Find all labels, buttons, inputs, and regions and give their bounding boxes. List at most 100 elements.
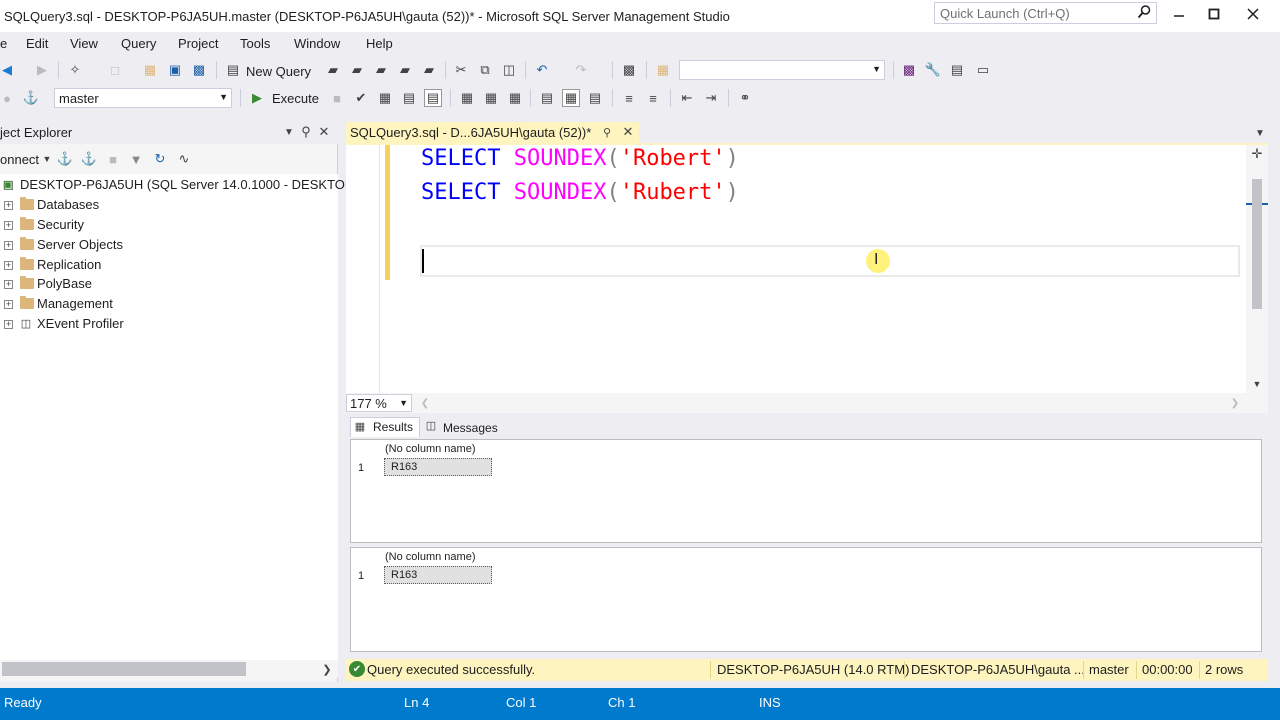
results-to-file-icon[interactable]: ▤ [586,89,604,107]
cut-icon[interactable]: ✂ [452,61,470,79]
new-query-icon[interactable]: ▤ [224,61,242,79]
expand-icon[interactable]: + [4,201,13,210]
stop-icon[interactable]: ■ [104,150,122,168]
quick-launch-input[interactable]: Quick Launch (Ctrl+Q) [934,2,1157,24]
add-item-icon[interactable]: □ [106,61,124,79]
solution-explorer-icon[interactable]: ▩ [900,61,918,79]
minimize-button[interactable] [1164,4,1194,24]
expand-icon[interactable]: + [4,221,13,230]
uncomment-icon[interactable]: ≡ [644,89,662,107]
decrease-indent-icon[interactable]: ⇤ [678,89,696,107]
expand-icon[interactable]: + [4,320,13,329]
mdx-query-icon[interactable]: ▰ [348,61,366,79]
menu-query[interactable]: Query [121,36,156,51]
change-connection-icon[interactable]: ⚓ [22,89,40,107]
new-project-icon[interactable]: ✧ [66,61,84,79]
open-folder-icon[interactable]: ▦ [141,61,159,79]
connect-icon[interactable]: ● [0,89,16,107]
results-grid-toggle-icon[interactable]: ▦ [562,89,580,107]
client-stats-icon[interactable]: ▦ [506,89,524,107]
toolbox-icon[interactable]: ▤ [948,61,966,79]
save-icon[interactable]: ▣ [166,61,184,79]
close-panel-icon[interactable]: ✕ [315,123,333,141]
close-window-button[interactable] [1238,4,1268,24]
expand-icon[interactable]: + [4,300,13,309]
execute-icon[interactable]: ▶ [248,89,266,107]
paste-icon[interactable]: ◫ [500,61,518,79]
pin-icon[interactable]: ⚲ [598,123,616,141]
database-select[interactable]: master ▼ [54,88,232,108]
editor-vertical-scrollbar[interactable]: ✛ ▼ [1246,145,1268,393]
tab-messages[interactable]: ◫ Messages [422,417,506,437]
result-grid-2[interactable]: (No column name) 1 R163 [350,547,1262,652]
scrollbar-thumb[interactable] [1252,179,1262,309]
find-in-files-icon[interactable]: ▦ [654,61,672,79]
properties-icon[interactable]: 🔧 [924,61,942,79]
increase-indent-icon[interactable]: ⇥ [702,89,720,107]
menu-tools[interactable]: Tools [240,36,270,51]
expand-icon[interactable]: + [4,280,13,289]
dax-query-icon[interactable]: ▰ [420,61,438,79]
results-to-text-icon[interactable]: ▤ [538,89,556,107]
split-icon[interactable]: ✛ [1248,145,1266,163]
scroll-left-icon[interactable]: ❮ [416,394,434,412]
database-engine-query-icon[interactable]: ▰ [324,61,342,79]
cancel-query-icon[interactable]: ■ [328,89,346,107]
copy-icon[interactable]: ⧉ [476,61,494,79]
back-icon[interactable]: ◀ [0,61,16,79]
options-icon[interactable]: ▭ [974,61,992,79]
menu-view[interactable]: View [70,36,98,51]
scrollbar-thumb[interactable] [2,662,246,676]
scroll-down-icon[interactable]: ▼ [1248,375,1266,393]
scroll-right-icon[interactable]: ❯ [1226,394,1244,412]
menu-project[interactable]: Project [178,36,218,51]
menu-edit[interactable]: Edit [26,36,48,51]
specify-values-icon[interactable]: ⚭ [736,89,754,107]
query-designer-icon[interactable]: ▤ [400,89,418,107]
result-grid-1[interactable]: (No column name) 1 R163 [350,439,1262,543]
activity-icon[interactable]: ∿ [175,150,193,168]
save-all-icon[interactable]: ▩ [190,61,208,79]
undo-icon[interactable]: ↶ [533,61,551,79]
forward-icon[interactable]: ▶ [33,61,51,79]
new-query-button[interactable]: New Query [246,64,311,79]
chevron-down-icon[interactable]: ▼ [38,150,56,168]
code-line-2[interactable]: SELECT SOUNDEX('Rubert') [421,180,739,205]
menu-file[interactable]: e [0,36,7,51]
result-cell[interactable]: R163 [384,458,492,476]
estimated-plan-icon[interactable]: ▦ [376,89,394,107]
dropdown-arrow-icon[interactable]: ▼ [280,123,298,141]
results-to-grid-icon[interactable]: ▤ [424,89,442,107]
live-stats-icon[interactable]: ▦ [482,89,500,107]
tab-results[interactable]: ▦ Results [350,417,420,437]
connect-button[interactable]: onnect [0,152,39,167]
activity-monitor-icon[interactable]: ▩ [620,61,638,79]
query-editor[interactable]: SELECT SOUNDEX('Robert') SELECT SOUNDEX(… [346,145,1268,393]
execute-button[interactable]: Execute [272,91,319,106]
parse-checkmark-icon[interactable]: ✔ [352,89,370,107]
find-combo[interactable]: ▼ [679,60,885,80]
disconnect-icon[interactable]: ⚓ [80,150,98,168]
include-plan-icon[interactable]: ▦ [458,89,476,107]
pin-icon[interactable]: ⚲ [297,123,315,141]
comment-out-icon[interactable]: ≡ [620,89,638,107]
redo-icon[interactable]: ↷ [572,61,590,79]
document-tab[interactable]: SQLQuery3.sql - D...6JA5UH\gauta (52))* … [346,122,639,143]
dmx-query-icon[interactable]: ▰ [372,61,390,79]
horizontal-scrollbar[interactable]: ❯ [0,660,338,678]
close-tab-icon[interactable]: ✕ [619,123,637,141]
connect-plug-icon[interactable]: ⚓ [56,150,74,168]
menu-window[interactable]: Window [294,36,340,51]
code-line-1[interactable]: SELECT SOUNDEX('Robert') [421,146,739,171]
tab-list-dropdown-icon[interactable]: ▼ [1251,124,1269,142]
expand-icon[interactable]: + [4,261,13,270]
maximize-button[interactable] [1199,4,1229,24]
scroll-right-icon[interactable]: ❯ [318,660,336,678]
zoom-select[interactable]: 177 % ▼ [346,394,412,412]
refresh-icon[interactable]: ↻ [151,150,169,168]
filter-icon[interactable]: ▼ [127,150,145,168]
expand-icon[interactable]: + [4,241,13,250]
result-cell[interactable]: R163 [384,566,492,584]
menu-help[interactable]: Help [366,36,393,51]
xmla-query-icon[interactable]: ▰ [396,61,414,79]
